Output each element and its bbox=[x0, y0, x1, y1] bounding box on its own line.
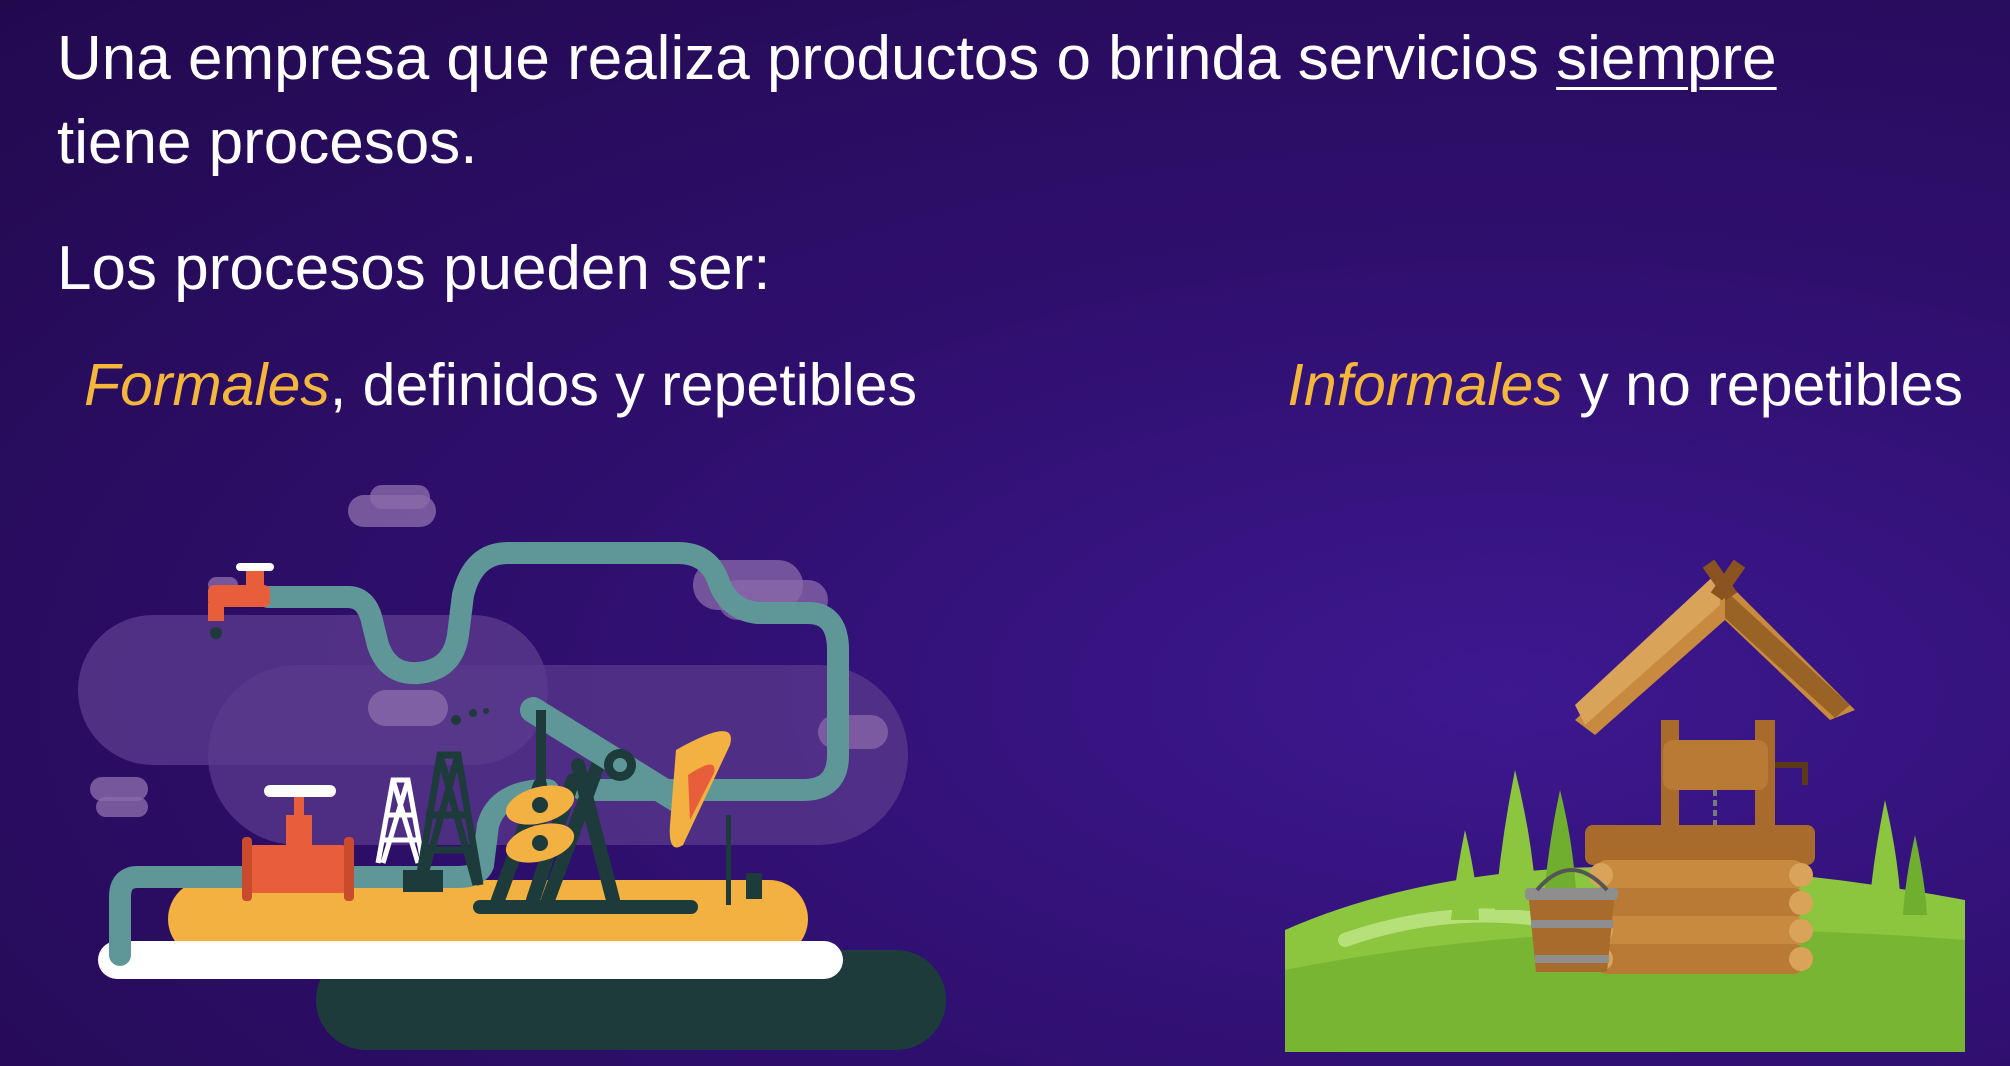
informal-highlight: Informales bbox=[1287, 352, 1563, 418]
formal-highlight: Formales bbox=[84, 352, 330, 418]
informal-heading: Informales y no repetibles bbox=[1287, 356, 1963, 415]
emphasis-siempre: siempre bbox=[1556, 24, 1777, 93]
intro-line-2: tiene procesos. bbox=[57, 108, 478, 177]
intro-line-1: Una empresa que realiza productos o brin… bbox=[57, 28, 1777, 90]
intro-text: Una empresa que realiza productos o brin… bbox=[57, 24, 1557, 93]
formal-heading: Formales, definidos y repetibles bbox=[84, 356, 917, 415]
subtitle: Los procesos pueden ser: bbox=[57, 234, 771, 303]
informal-rest: y no repetibles bbox=[1562, 352, 1963, 418]
formal-rest: , definidos y repetibles bbox=[329, 352, 917, 418]
oil-pump-pipeline-icon bbox=[78, 485, 946, 1050]
water-well-icon bbox=[1285, 560, 1965, 1052]
